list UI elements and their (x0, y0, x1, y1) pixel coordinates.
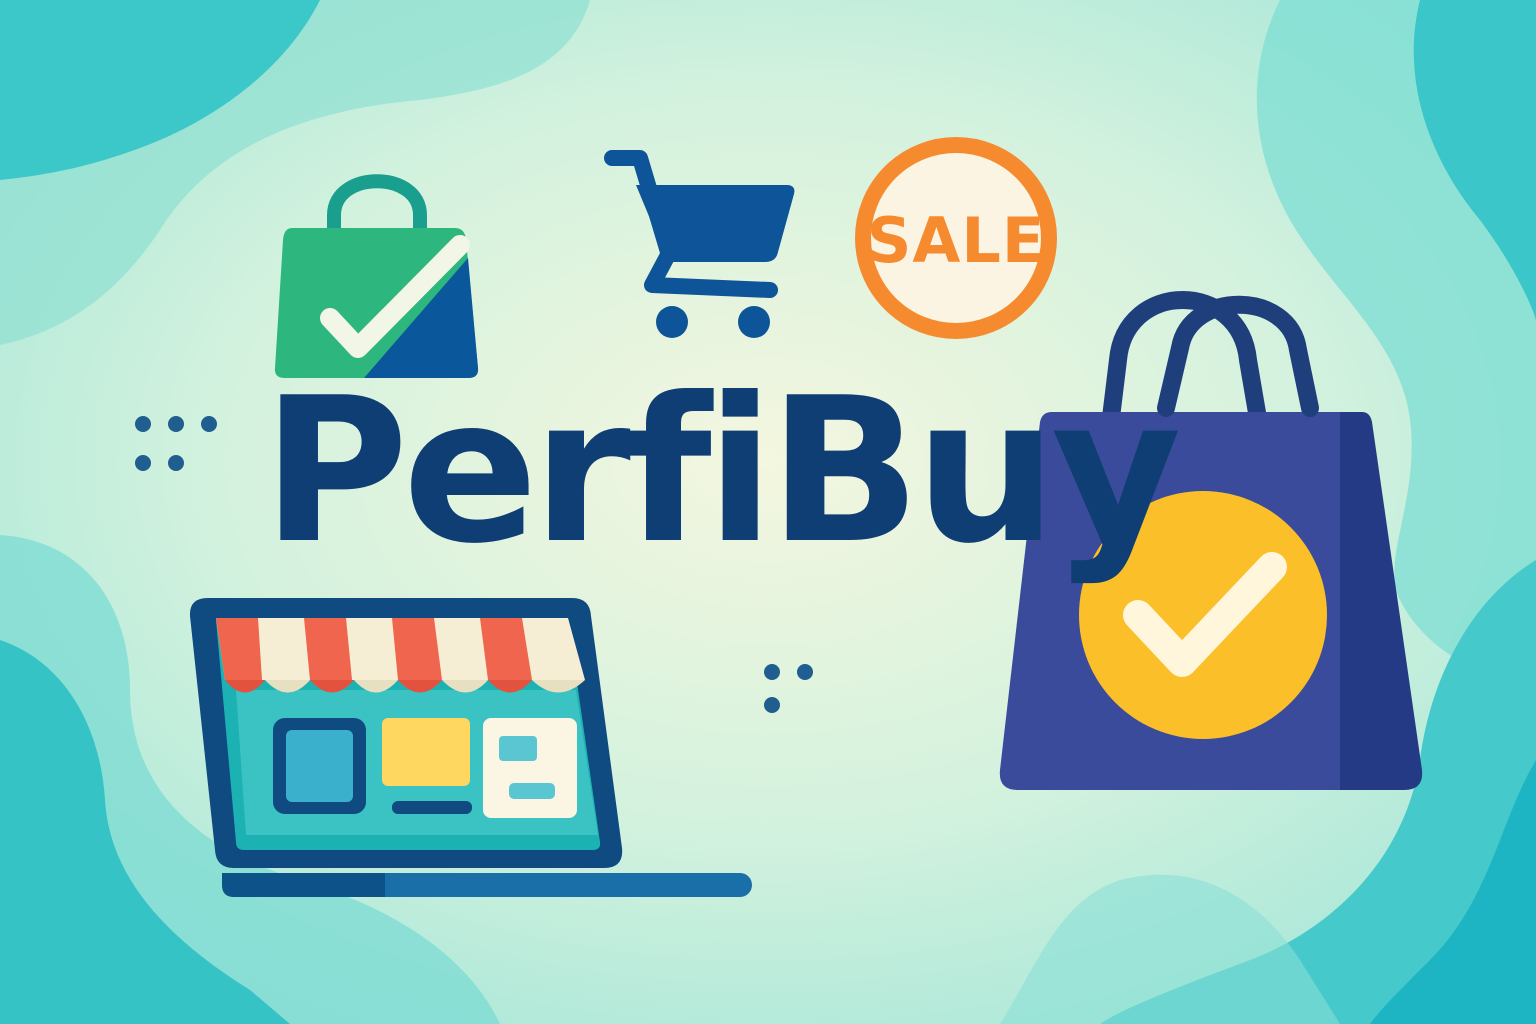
sale-badge-label: SALE (867, 204, 1046, 277)
storefront-awning (216, 618, 585, 693)
brand-title: PerfiBuy (262, 355, 1182, 588)
